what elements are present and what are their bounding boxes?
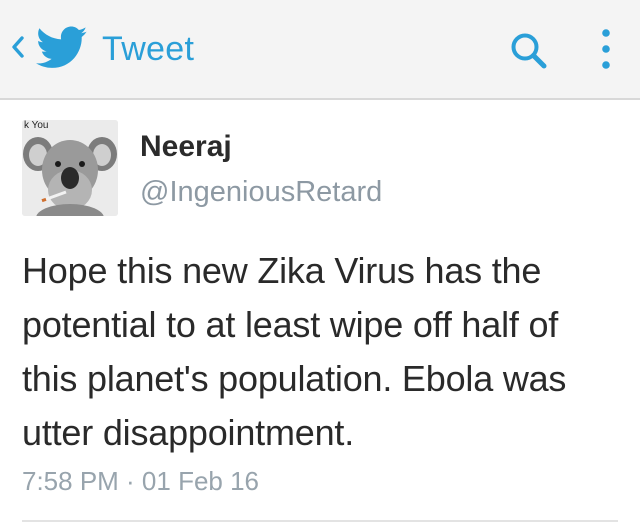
page-title: Tweet	[102, 30, 195, 68]
avatar-caption: k You	[24, 120, 49, 131]
more-vertical-icon[interactable]	[592, 24, 620, 76]
twitter-bird-icon	[36, 26, 88, 68]
avatar[interactable]: k You	[22, 120, 118, 216]
back-button[interactable]: Tweet	[0, 14, 230, 84]
tweet-timestamp: 7:58 PM · 01 Feb 16	[22, 466, 260, 496]
user-display-name[interactable]: Neeraj	[140, 130, 232, 164]
search-icon[interactable]	[506, 28, 554, 76]
tweet-text: Hope this new Zika Virus has the potenti…	[22, 250, 567, 453]
chevron-left-icon	[12, 36, 24, 58]
app-header: Tweet	[0, 0, 640, 100]
tweet-detail-screen: Tweet k You Neeraj @IngeniousRetard Hope…	[0, 0, 640, 526]
user-handle[interactable]: @IngeniousRetard	[140, 176, 382, 209]
koala-avatar-icon	[22, 120, 118, 216]
divider	[22, 520, 618, 522]
